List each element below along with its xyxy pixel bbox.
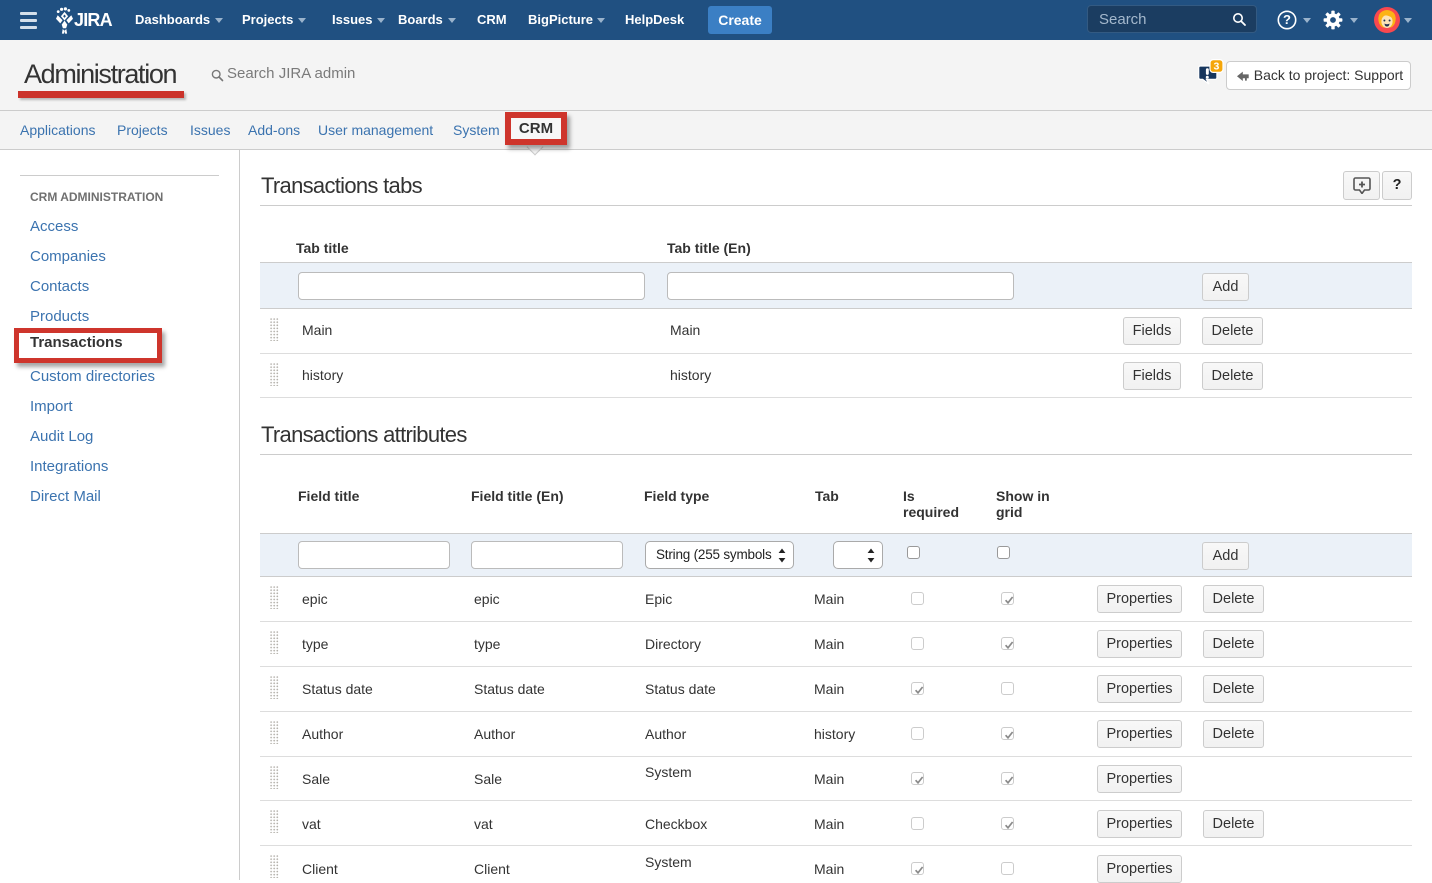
svg-text:3: 3 — [1213, 61, 1219, 73]
